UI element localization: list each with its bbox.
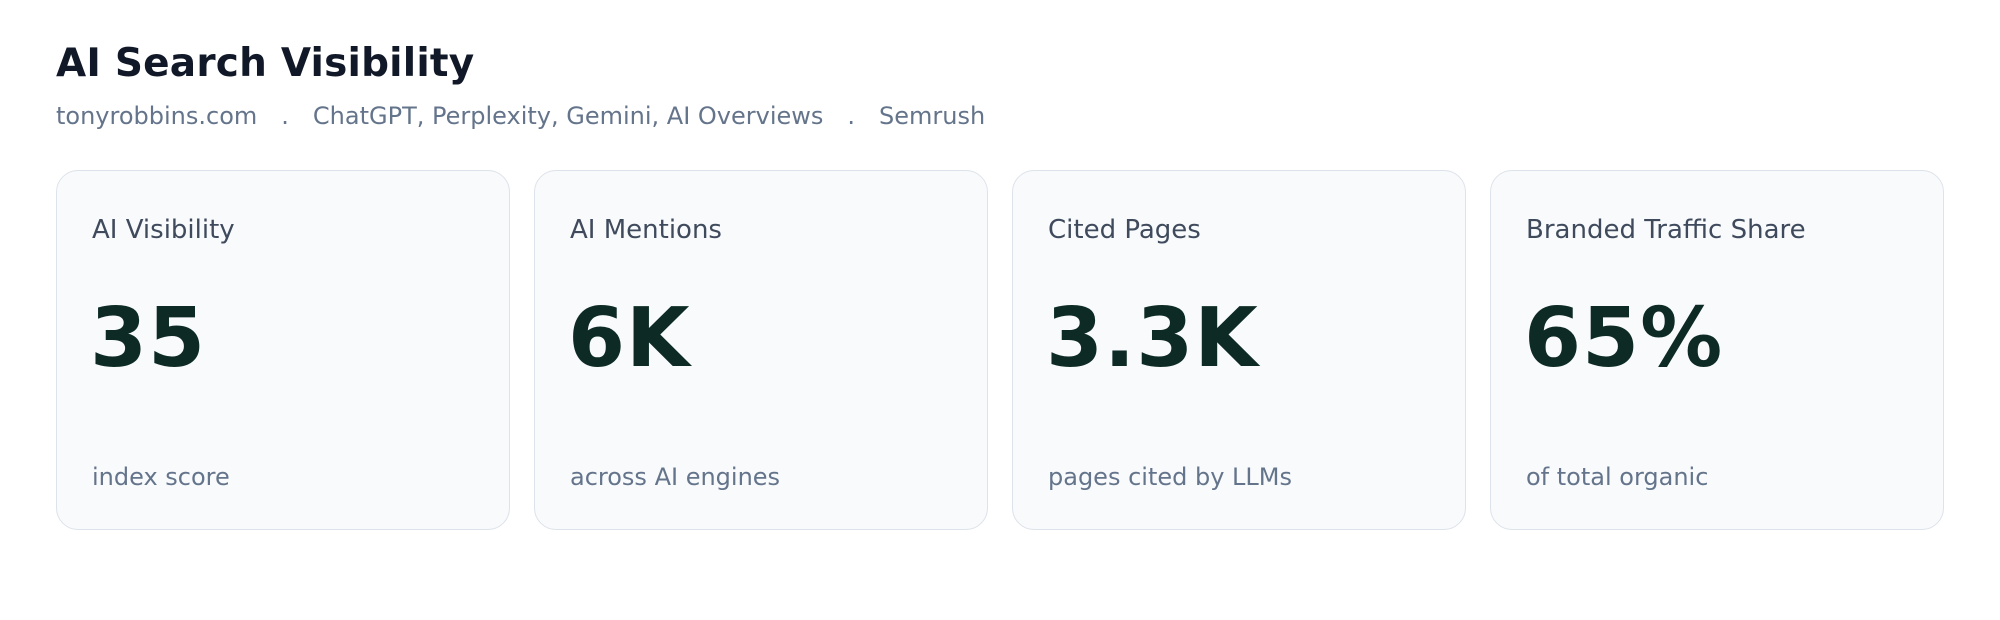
metric-card-ai-visibility: AI Visibility 35 index score <box>56 170 510 530</box>
metric-note: pages cited by LLMs <box>1048 463 1292 491</box>
metric-cards: AI Visibility 35 index score AI Mentions… <box>56 170 1944 530</box>
page-subtitle: tonyrobbins.com. ChatGPT, Perplexity, Gem… <box>56 100 985 132</box>
subtitle-separator: . <box>281 102 289 130</box>
metric-card-cited-pages: Cited Pages 3.3K pages cited by LLMs <box>1012 170 1466 530</box>
metric-label: Branded Traffic Share <box>1526 215 1806 245</box>
metric-value: 65% <box>1524 291 1724 386</box>
subtitle-engines: ChatGPT, Perplexity, Gemini, AI Overview… <box>312 102 824 130</box>
metric-note: index score <box>92 463 230 491</box>
metric-value: 3.3K <box>1046 291 1259 386</box>
page-title: AI Search Visibility <box>56 41 475 86</box>
metric-label: Cited Pages <box>1048 215 1201 245</box>
subtitle-separator: . <box>847 102 856 130</box>
subtitle-source: Semrush <box>879 102 986 130</box>
metric-label: AI Visibility <box>92 215 235 245</box>
metric-value: 35 <box>90 291 207 386</box>
metric-note: of total organic <box>1526 463 1709 491</box>
metric-label: AI Mentions <box>570 215 722 245</box>
metric-card-branded-traffic-share: Branded Traffic Share 65% of total organ… <box>1490 170 1944 530</box>
dashboard-page: AI Search Visibility tonyrobbins.com. Cha… <box>0 0 2000 620</box>
metric-card-ai-mentions: AI Mentions 6K across AI engines <box>534 170 988 530</box>
metric-note: across AI engines <box>570 463 781 491</box>
metric-value: 6K <box>568 291 691 386</box>
subtitle-domain: tonyrobbins.com <box>56 102 258 130</box>
